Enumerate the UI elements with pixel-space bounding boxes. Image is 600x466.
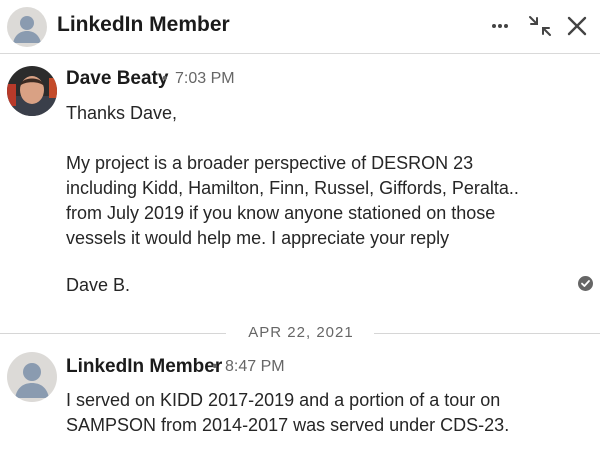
message-line: Thanks Dave, xyxy=(66,103,178,123)
message-separator-dot: • xyxy=(212,358,218,375)
conversation-header: LinkedIn Member xyxy=(0,0,600,54)
message-line: including Kidd, Hamilton, Finn, Russel, … xyxy=(66,178,519,198)
message-time: 7:03 PM xyxy=(175,70,235,87)
message-line: I served on KIDD 2017-2019 and a portion… xyxy=(66,390,501,410)
conversation-title[interactable]: LinkedIn Member xyxy=(57,13,230,37)
message-line: SAMPSON from 2014-2017 was served under … xyxy=(66,415,510,435)
message-sender[interactable]: Dave Beaty xyxy=(66,68,168,90)
seen-check-icon xyxy=(578,276,593,291)
more-options-icon[interactable] xyxy=(486,12,514,40)
minimize-icon[interactable] xyxy=(526,12,554,40)
close-icon[interactable] xyxy=(563,12,591,40)
message-separator-dot: • xyxy=(162,70,168,87)
sender-avatar[interactable] xyxy=(7,66,57,116)
conversation-avatar[interactable] xyxy=(7,7,47,47)
message-sender[interactable]: LinkedIn Member xyxy=(66,356,222,378)
message-line: My project is a broader perspective of D… xyxy=(66,153,474,173)
date-divider-line xyxy=(374,333,600,334)
message-line: vessels it would help me. I appreciate y… xyxy=(66,228,450,248)
message-time: 8:47 PM xyxy=(225,358,285,375)
date-divider-line xyxy=(0,333,226,334)
message-line: Dave B. xyxy=(66,275,131,295)
sender-avatar[interactable] xyxy=(7,352,57,402)
person-silhouette-icon xyxy=(13,16,41,43)
date-separator: APR 22, 2021 xyxy=(248,324,354,341)
message-line: from July 2019 if you know anyone statio… xyxy=(66,203,496,223)
